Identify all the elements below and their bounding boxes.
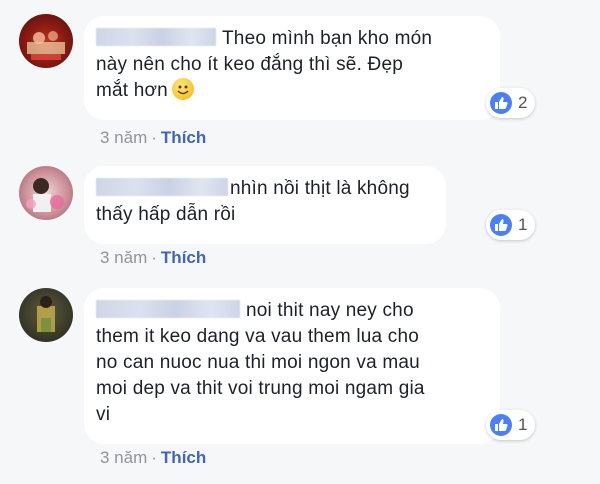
comment-text-line: Theo mình bạn kho món bbox=[222, 28, 433, 49]
comment-text-line: them it keo dang va vau them lua cho bbox=[96, 326, 420, 347]
comment-meta: 3 năm · Thích bbox=[100, 448, 207, 467]
comment-meta: 3 năm · Thích bbox=[100, 248, 207, 267]
like-thumb-icon bbox=[490, 214, 512, 236]
comment-timestamp[interactable]: 3 năm bbox=[100, 128, 147, 147]
comment-bubble: Theo mình bạn kho món này nên cho ít keo… bbox=[84, 16, 500, 120]
comment-text-line: moi dep va thit voi trung moi ngam gia bbox=[96, 378, 425, 399]
comment-text-line: thấy hấp dẫn rồi bbox=[96, 204, 236, 225]
comment-text-line: nhìn nồi thịt là không bbox=[230, 178, 410, 199]
reaction-count-badge[interactable]: 1 bbox=[486, 410, 536, 440]
comment-bubble: noi thit nay ney cho them it keo dang va… bbox=[84, 288, 500, 444]
reaction-count: 1 bbox=[518, 415, 528, 434]
reaction-count: 2 bbox=[518, 93, 528, 112]
like-link[interactable]: Thích bbox=[161, 128, 206, 147]
comment-text-line: noi thit nay ney cho bbox=[246, 300, 414, 321]
reaction-count-badge[interactable]: 1 bbox=[486, 210, 536, 240]
comment-meta: 3 năm · Thích bbox=[100, 128, 207, 147]
comment-text-line: vi bbox=[96, 404, 111, 425]
smile-emoji-icon bbox=[171, 78, 194, 100]
like-link[interactable]: Thích bbox=[161, 248, 206, 267]
commenter-name[interactable] bbox=[96, 178, 228, 196]
like-thumb-icon bbox=[490, 92, 512, 114]
avatar[interactable] bbox=[19, 166, 73, 220]
commenter-name[interactable] bbox=[96, 300, 240, 318]
comment-text-line: mắt hơn bbox=[96, 80, 168, 101]
commenter-name[interactable] bbox=[96, 28, 216, 46]
like-link[interactable]: Thích bbox=[161, 448, 206, 467]
comment-timestamp[interactable]: 3 năm bbox=[100, 448, 147, 467]
avatar[interactable] bbox=[19, 14, 73, 68]
comment-text-line: no can nuoc nua thi moi ngon va mau bbox=[96, 352, 420, 373]
avatar[interactable] bbox=[19, 288, 73, 342]
comment-text-line: này nên cho ít keo đắng thì sẽ. Đẹp bbox=[96, 54, 403, 75]
reaction-count-badge[interactable]: 2 bbox=[486, 88, 536, 118]
comment-timestamp[interactable]: 3 năm bbox=[100, 248, 147, 267]
comment-bubble: nhìn nồi thịt là không thấy hấp dẫn rồi bbox=[84, 166, 446, 244]
reaction-count: 1 bbox=[518, 215, 528, 234]
like-thumb-icon bbox=[490, 414, 512, 436]
